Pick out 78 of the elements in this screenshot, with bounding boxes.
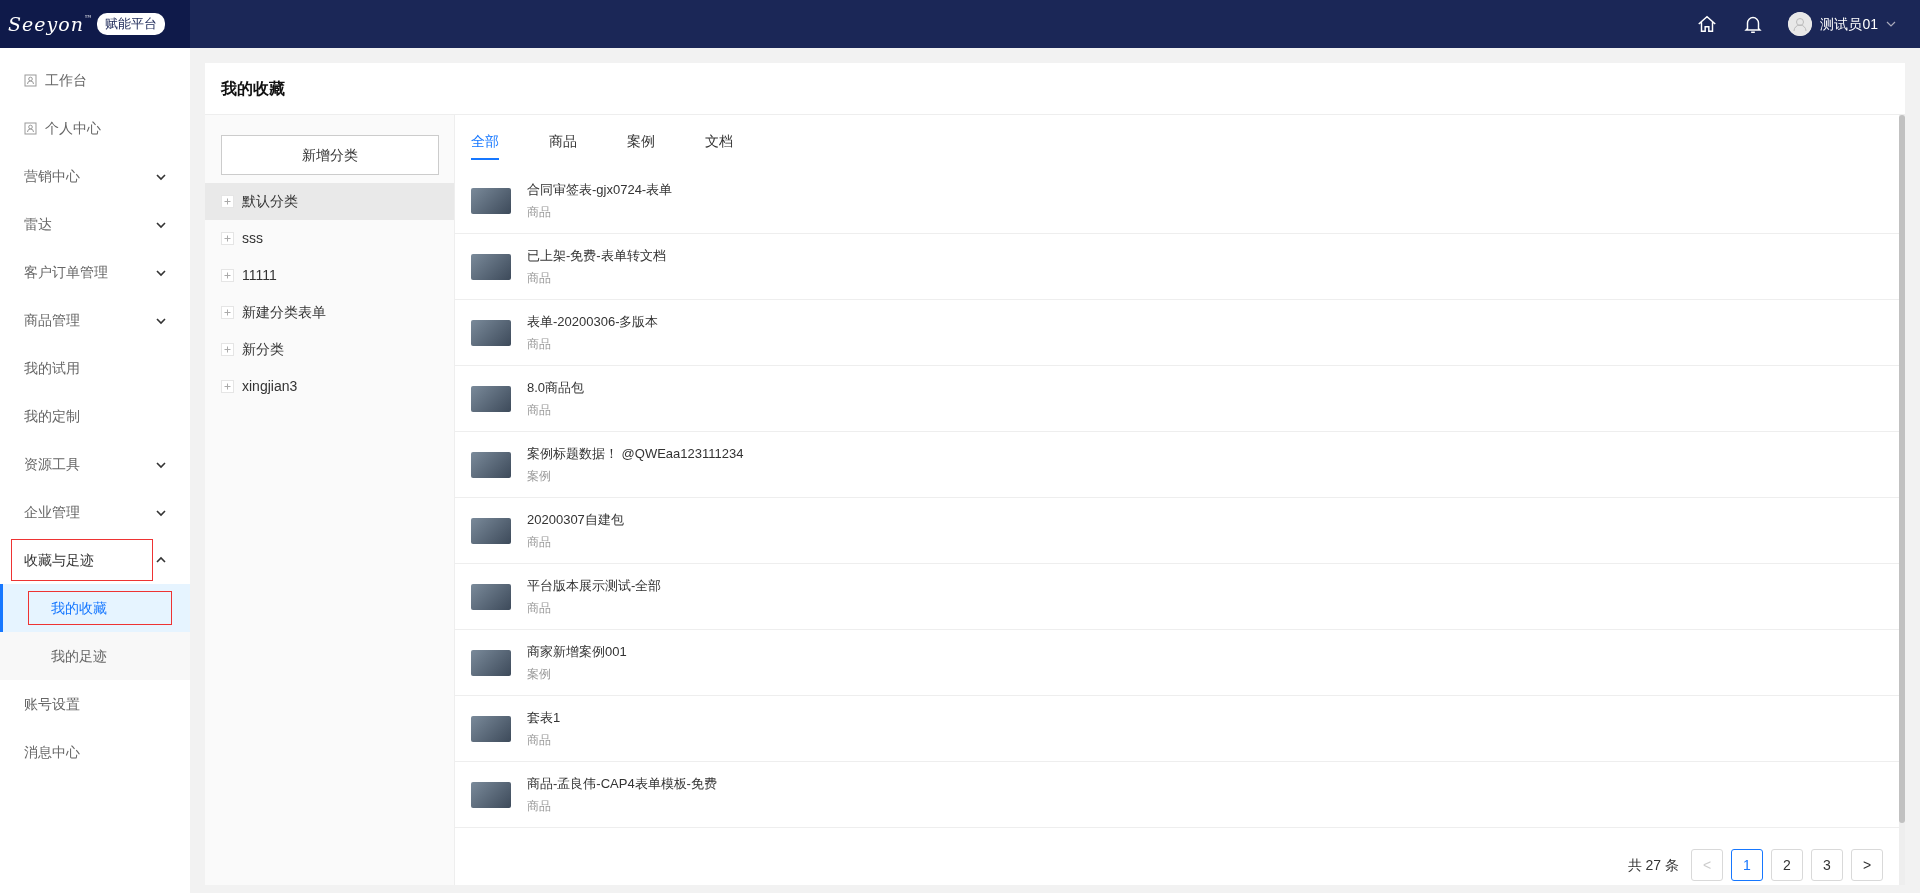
item-type: 案例 (527, 468, 552, 486)
sidebar-subitem[interactable]: 我的足迹 (0, 632, 190, 680)
total-count: 共 27 条 (1627, 855, 1679, 875)
user-card-icon (24, 73, 37, 87)
photo-placeholder (471, 187, 511, 214)
sidebar-item[interactable]: 商品管理 (24, 300, 80, 340)
sidebar-item[interactable]: 营销中心 (24, 156, 80, 196)
sidebar-item[interactable]: 工作台 (24, 60, 87, 100)
chevron-down-icon[interactable] (156, 459, 166, 469)
item-title[interactable]: 已上架-免费-表单转文档 (527, 245, 666, 266)
sidebar-item[interactable]: 我的定制 (24, 396, 80, 436)
item-title[interactable]: 商家新增案例001 (527, 641, 627, 662)
photo-placeholder (471, 253, 511, 280)
item-type: 商品 (527, 732, 552, 750)
item-type: 案例 (527, 666, 552, 684)
item-type: 商品 (527, 534, 552, 552)
category-item[interactable]: sss (205, 220, 454, 257)
sidebar-item[interactable]: 客户订单管理 (24, 252, 108, 292)
photo-placeholder (471, 649, 511, 676)
chevron-down-icon[interactable] (156, 171, 166, 181)
category-item[interactable]: xingjian3 (205, 368, 454, 405)
item-type: 商品 (527, 600, 552, 618)
next-page-button[interactable]: > (1851, 849, 1883, 881)
add-category-button[interactable]: 新增分类 (221, 135, 439, 175)
sidebar-item[interactable]: 我的试用 (24, 348, 80, 388)
photo-placeholder (471, 451, 511, 478)
sidebar-item[interactable]: 雷达 (24, 204, 52, 244)
item-title[interactable]: 20200307自建包 (527, 509, 624, 530)
item-type: 商品 (527, 798, 552, 816)
photo-placeholder (471, 715, 511, 742)
item-type: 商品 (527, 270, 552, 288)
sidebar-subitem[interactable]: 我的收藏 (0, 584, 190, 632)
chevron-down-icon[interactable] (156, 267, 166, 277)
chevron-down-icon[interactable] (1886, 19, 1896, 29)
sidebar-item[interactable]: 企业管理 (24, 492, 80, 532)
platform-badge: 赋能平台 (96, 13, 165, 35)
item-type: 商品 (527, 204, 552, 222)
filter-tab[interactable]: 文档 (705, 127, 733, 160)
sidebar-item[interactable]: 收藏与足迹 (12, 540, 152, 580)
avatar-icon[interactable] (1788, 12, 1813, 36)
page-button[interactable]: 2 (1771, 849, 1803, 881)
item-title[interactable]: 平台版本展示测试-全部 (527, 575, 662, 596)
sidebar-item[interactable]: 账号设置 (24, 684, 80, 724)
photo-placeholder (471, 583, 511, 610)
photo-placeholder (471, 385, 511, 412)
filter-tab[interactable]: 商品 (549, 127, 577, 160)
photo-placeholder (471, 781, 511, 808)
filter-tab[interactable]: 案例 (627, 127, 655, 160)
chevron-down-icon[interactable] (156, 219, 166, 229)
item-title[interactable]: 案例标题数据！ @QWEaa123111234 (527, 443, 744, 464)
chevron-down-icon[interactable] (156, 507, 166, 517)
page-button[interactable]: 3 (1811, 849, 1843, 881)
user-name[interactable]: 测试员01 (1820, 13, 1878, 35)
item-type: 商品 (527, 336, 552, 354)
category-item[interactable]: 新分类 (205, 331, 454, 368)
chevron-up-icon[interactable] (156, 555, 166, 565)
category-item[interactable]: 新建分类表单 (205, 294, 454, 331)
user-card-icon (24, 121, 37, 135)
item-title[interactable]: 商品-孟良伟-CAP4表单模板-免费 (527, 773, 717, 794)
filter-tab[interactable]: 全部 (471, 127, 499, 160)
logo: Seeyon™ (8, 14, 93, 34)
sidebar-item[interactable]: 资源工具 (24, 444, 80, 484)
photo-placeholder (471, 517, 511, 544)
category-item[interactable]: 默认分类 (205, 183, 454, 220)
scrollbar-thumb[interactable] (1899, 115, 1905, 824)
item-title[interactable]: 8.0商品包 (527, 377, 585, 398)
item-type: 商品 (527, 402, 552, 420)
item-title[interactable]: 套表1 (527, 707, 561, 728)
sidebar-item[interactable]: 消息中心 (24, 732, 80, 772)
item-title[interactable]: 合同审签表-gjx0724-表单 (527, 179, 673, 200)
home-icon[interactable] (1696, 13, 1719, 35)
item-title[interactable]: 表单-20200306-多版本 (527, 311, 659, 332)
photo-placeholder (471, 319, 511, 346)
page-title: 我的收藏 (221, 78, 285, 99)
sidebar-item[interactable]: 个人中心 (24, 108, 101, 148)
chevron-down-icon[interactable] (156, 315, 166, 325)
category-item[interactable]: 11111 (205, 257, 454, 294)
page-button[interactable]: 1 (1731, 849, 1763, 881)
